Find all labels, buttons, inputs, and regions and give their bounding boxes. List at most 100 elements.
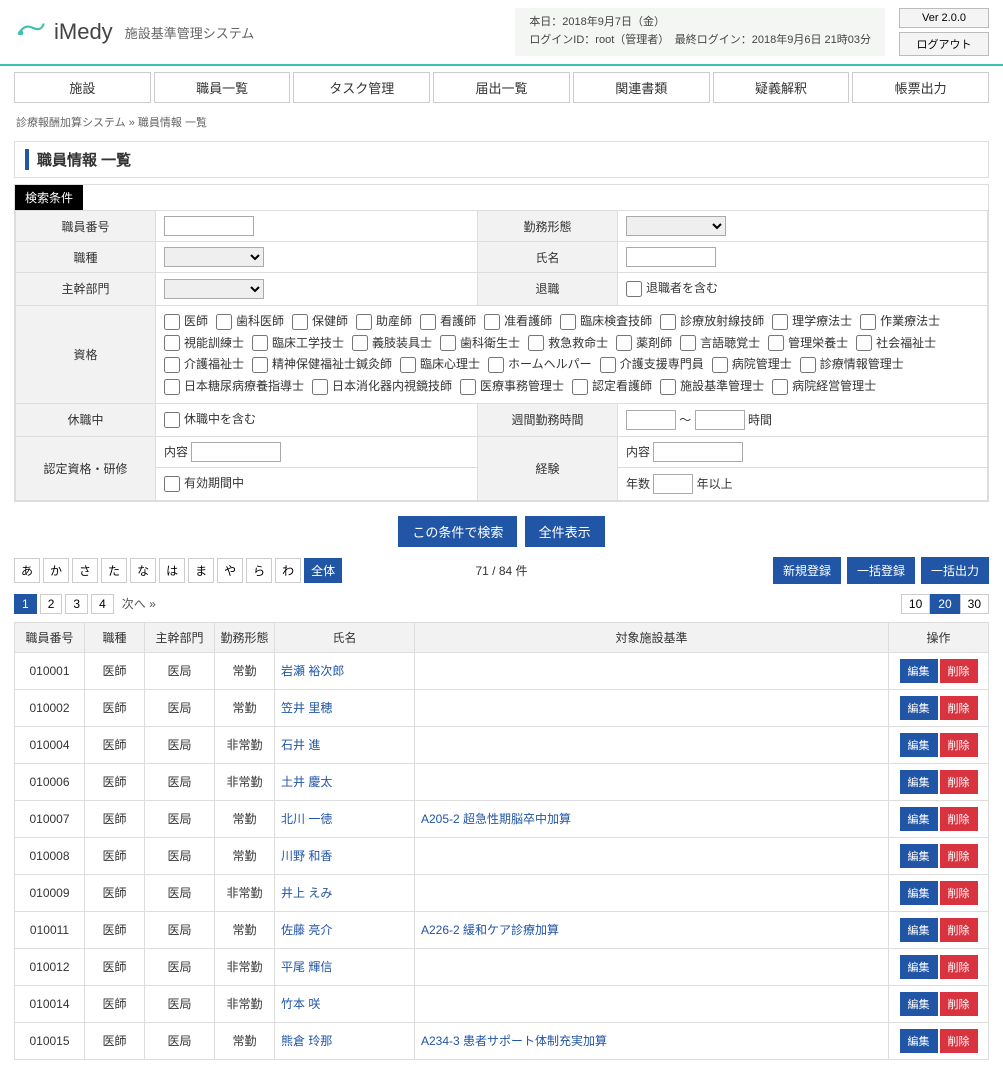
edit-button[interactable]: 編集: [900, 992, 938, 1016]
qual-checkbox-21[interactable]: [400, 357, 416, 373]
worktype-select[interactable]: [626, 216, 726, 236]
edit-button[interactable]: 編集: [900, 955, 938, 979]
qual-checkbox-10[interactable]: [164, 335, 180, 351]
qual-checkbox-1[interactable]: [216, 314, 232, 330]
staff-name-link[interactable]: 熊倉 玲那: [281, 1034, 332, 1048]
staff-name-link[interactable]: 土井 慶太: [281, 775, 332, 789]
kana-filter-あ[interactable]: あ: [14, 558, 40, 583]
name-input[interactable]: [626, 247, 716, 267]
dept-select[interactable]: [164, 279, 264, 299]
edit-button[interactable]: 編集: [900, 770, 938, 794]
qual-checkbox-7[interactable]: [660, 314, 676, 330]
qual-checkbox-3[interactable]: [356, 314, 372, 330]
exp-content-input[interactable]: [653, 442, 743, 462]
leave-checkbox[interactable]: [164, 412, 180, 428]
qual-checkbox-20[interactable]: [252, 357, 268, 373]
jobtype-select[interactable]: [164, 247, 264, 267]
target-link[interactable]: A205-2 超急性期脳卒中加算: [421, 812, 571, 826]
qual-checkbox-11[interactable]: [252, 335, 268, 351]
nav-item-1[interactable]: 職員一覧: [154, 72, 291, 103]
qual-checkbox-22[interactable]: [488, 357, 504, 373]
qual-checkbox-31[interactable]: [772, 379, 788, 395]
staff-id-input[interactable]: [164, 216, 254, 236]
pagesize-30[interactable]: 30: [960, 594, 989, 614]
qual-checkbox-16[interactable]: [680, 335, 696, 351]
qual-checkbox-24[interactable]: [712, 357, 728, 373]
edit-button[interactable]: 編集: [900, 807, 938, 831]
staff-name-link[interactable]: 井上 えみ: [281, 886, 332, 900]
edit-button[interactable]: 編集: [900, 733, 938, 757]
qual-checkbox-29[interactable]: [572, 379, 588, 395]
qual-checkbox-13[interactable]: [440, 335, 456, 351]
delete-button[interactable]: 削除: [940, 696, 978, 720]
staff-name-link[interactable]: 平尾 輝信: [281, 960, 332, 974]
qual-checkbox-26[interactable]: [164, 379, 180, 395]
qual-checkbox-4[interactable]: [420, 314, 436, 330]
staff-name-link[interactable]: 岩瀬 裕次郎: [281, 664, 344, 678]
edit-button[interactable]: 編集: [900, 1029, 938, 1053]
nav-item-2[interactable]: タスク管理: [293, 72, 430, 103]
qual-checkbox-18[interactable]: [856, 335, 872, 351]
hours-from-input[interactable]: [626, 410, 676, 430]
delete-button[interactable]: 削除: [940, 770, 978, 794]
kana-filter-ら[interactable]: ら: [246, 558, 272, 583]
qual-checkbox-9[interactable]: [860, 314, 876, 330]
qual-checkbox-8[interactable]: [772, 314, 788, 330]
delete-button[interactable]: 削除: [940, 955, 978, 979]
qual-checkbox-19[interactable]: [164, 357, 180, 373]
page-3[interactable]: 3: [65, 594, 88, 614]
kana-filter-か[interactable]: か: [43, 558, 69, 583]
edit-button[interactable]: 編集: [900, 659, 938, 683]
edit-button[interactable]: 編集: [900, 881, 938, 905]
valid-checkbox[interactable]: [164, 476, 180, 492]
version-button[interactable]: Ver 2.0.0: [899, 8, 989, 28]
kana-filter-た[interactable]: た: [101, 558, 127, 583]
search-button[interactable]: この条件で検索: [398, 516, 517, 547]
kana-filter-さ[interactable]: さ: [72, 558, 98, 583]
delete-button[interactable]: 削除: [940, 659, 978, 683]
delete-button[interactable]: 削除: [940, 881, 978, 905]
show-all-button[interactable]: 全件表示: [525, 516, 605, 547]
qual-checkbox-23[interactable]: [600, 357, 616, 373]
delete-button[interactable]: 削除: [940, 918, 978, 942]
staff-name-link[interactable]: 北川 一徳: [281, 812, 332, 826]
kana-filter-な[interactable]: な: [130, 558, 156, 583]
nav-item-5[interactable]: 疑義解釈: [713, 72, 850, 103]
qual-checkbox-6[interactable]: [560, 314, 576, 330]
staff-name-link[interactable]: 佐藤 亮介: [281, 923, 332, 937]
retired-checkbox[interactable]: [626, 281, 642, 297]
nav-item-0[interactable]: 施設: [14, 72, 151, 103]
delete-button[interactable]: 削除: [940, 733, 978, 757]
next-page-link[interactable]: 次へ »: [122, 595, 156, 612]
qual-checkbox-25[interactable]: [800, 357, 816, 373]
years-input[interactable]: [653, 474, 693, 494]
staff-name-link[interactable]: 石井 進: [281, 738, 320, 752]
qual-checkbox-17[interactable]: [768, 335, 784, 351]
pagesize-20[interactable]: 20: [930, 594, 959, 614]
delete-button[interactable]: 削除: [940, 1029, 978, 1053]
page-1[interactable]: 1: [14, 594, 37, 614]
page-2[interactable]: 2: [40, 594, 63, 614]
qual-checkbox-14[interactable]: [528, 335, 544, 351]
bulk-register-button[interactable]: 一括登録: [847, 557, 915, 584]
hours-to-input[interactable]: [695, 410, 745, 430]
page-4[interactable]: 4: [91, 594, 114, 614]
delete-button[interactable]: 削除: [940, 807, 978, 831]
qual-checkbox-12[interactable]: [352, 335, 368, 351]
kana-filter-ま[interactable]: ま: [188, 558, 214, 583]
staff-name-link[interactable]: 川野 和香: [281, 849, 332, 863]
delete-button[interactable]: 削除: [940, 992, 978, 1016]
cert-content-input[interactable]: [191, 442, 281, 462]
staff-name-link[interactable]: 笠井 里穂: [281, 701, 332, 715]
bulk-export-button[interactable]: 一括出力: [921, 557, 989, 584]
kana-filter-は[interactable]: は: [159, 558, 185, 583]
qual-checkbox-2[interactable]: [292, 314, 308, 330]
target-link[interactable]: A226-2 緩和ケア診療加算: [421, 923, 559, 937]
target-link[interactable]: A234-3 患者サポート体制充実加算: [421, 1034, 607, 1048]
new-register-button[interactable]: 新規登録: [773, 557, 841, 584]
nav-item-3[interactable]: 届出一覧: [433, 72, 570, 103]
qual-checkbox-0[interactable]: [164, 314, 180, 330]
qual-checkbox-5[interactable]: [484, 314, 500, 330]
logout-button[interactable]: ログアウト: [899, 32, 989, 56]
qual-checkbox-27[interactable]: [312, 379, 328, 395]
